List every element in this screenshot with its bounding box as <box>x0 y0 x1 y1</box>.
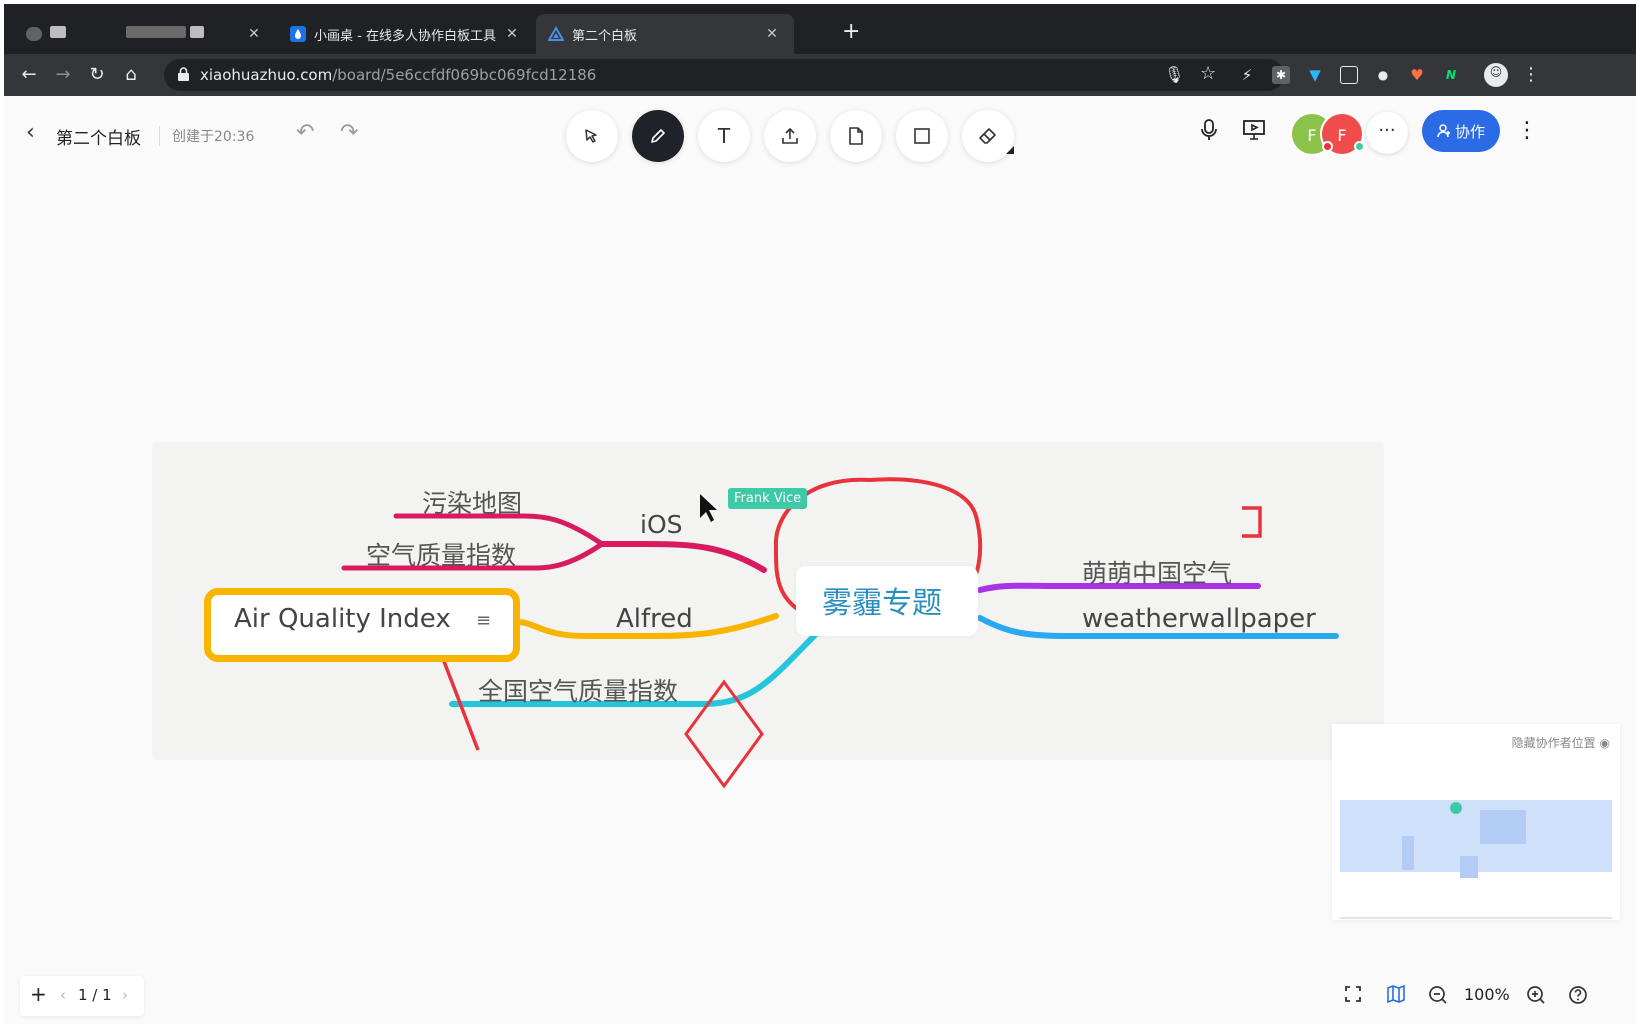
collaborate-label: 协作 <box>1454 122 1485 141</box>
triangle-icon <box>548 26 564 42</box>
topic-pollution-map[interactable]: 污染地图 <box>422 484 522 520</box>
pencil-icon[interactable] <box>632 110 684 162</box>
text-icon[interactable]: T <box>698 110 750 162</box>
board-title[interactable]: 第二个白板 <box>56 124 141 149</box>
url-text: xiaohuazhuo.com/board/5e6ccfdf069bc069fc… <box>200 66 596 84</box>
tab-blurred[interactable]: ✕ <box>14 14 276 54</box>
topic-ios[interactable]: iOS <box>640 510 683 539</box>
topic-alfred[interactable]: Alfred <box>616 604 693 634</box>
zoom-level[interactable]: 100% <box>1464 985 1510 1004</box>
root-topic[interactable]: 雾霾专题 <box>822 578 942 622</box>
prev-page-icon[interactable]: ‹ <box>60 986 66 1004</box>
tab-title: 小画桌 - 在线多人协作白板工具 <box>314 28 496 44</box>
home-icon[interactable]: ⌂ <box>118 62 144 88</box>
cursor-icon[interactable] <box>566 110 618 162</box>
forward-arrow-icon[interactable]: → <box>50 62 76 88</box>
browser-toolbar: ← → ↻ ⌂ xiaohuazhuo.com/board/5e6ccfdf06… <box>4 54 1636 96</box>
user-add-icon <box>1437 124 1450 138</box>
zoom-in-icon[interactable] <box>1526 985 1546 1009</box>
collaborate-button[interactable]: 协作 <box>1422 110 1500 152</box>
status-dot <box>1354 141 1365 152</box>
status-dot <box>1322 141 1333 152</box>
profile-avatar-icon[interactable]: ☺ <box>1484 63 1508 87</box>
pointer-cursor-icon <box>700 494 717 522</box>
brave-extension-icon[interactable]: ♥ <box>1408 66 1426 84</box>
tab-title: 第二个白板 <box>572 28 638 44</box>
chrome-menu-icon[interactable]: ⋮ <box>1522 66 1540 84</box>
topic-weatherwallpaper[interactable]: weatherwallpaper <box>1082 604 1316 634</box>
annotation-diamond <box>684 679 764 789</box>
new-tab-button[interactable]: + <box>842 18 860 46</box>
tab-strip: ✕ 小画桌 - 在线多人协作白板工具 ✕ 第二个白板 ✕ + <box>4 4 1636 54</box>
fullscreen-icon[interactable] <box>1344 985 1362 1007</box>
blurred-icon <box>26 26 42 42</box>
back-icon[interactable]: ‹ <box>26 120 35 145</box>
reload-icon[interactable]: ↻ <box>84 62 110 88</box>
app-menu-icon[interactable]: ⋮ <box>1516 118 1538 143</box>
next-page-icon[interactable]: › <box>122 986 128 1004</box>
url-path: /board/5e6ccfdf069bc069fcd12186 <box>332 66 597 84</box>
tab-whiteboard[interactable]: 第二个白板 ✕ <box>536 14 794 54</box>
file-icon[interactable] <box>830 110 882 162</box>
close-tab-icon[interactable]: ✕ <box>502 26 522 42</box>
undo-icon[interactable]: ↶ <box>296 120 314 145</box>
bolt-extension-icon[interactable]: ⚡ <box>1238 66 1256 84</box>
whiteboard-canvas[interactable]: 雾霾专题 iOS 污染地图 空气质量指数 Alfred Air Quality … <box>4 176 1636 1024</box>
asterisk-extension-icon[interactable]: ✱ <box>1272 66 1290 84</box>
help-icon[interactable] <box>1568 985 1588 1009</box>
redo-icon[interactable]: ↷ <box>340 120 358 145</box>
add-page-icon[interactable]: + <box>30 982 47 1006</box>
expand-corner-icon[interactable] <box>1006 146 1014 154</box>
annotation-bracket <box>1242 506 1262 538</box>
topic-aqi-cn[interactable]: 空气质量指数 <box>366 536 516 572</box>
close-tab-icon[interactable]: ✕ <box>244 26 264 42</box>
upload-icon[interactable] <box>764 110 816 162</box>
close-tab-icon[interactable]: ✕ <box>762 26 782 42</box>
page-navigator: + ‹ 1 / 1 › <box>20 976 144 1016</box>
tab-title <box>50 26 244 42</box>
image-extension-icon[interactable] <box>1340 66 1358 84</box>
star-icon[interactable]: ☆ <box>1200 63 1216 84</box>
eraser-icon[interactable] <box>962 110 1014 162</box>
n-extension-icon[interactable]: N <box>1442 66 1460 84</box>
collaborator-name-tag: Frank Vice <box>728 488 808 509</box>
minimap-preview <box>1340 800 1612 919</box>
lock-icon <box>178 67 189 81</box>
zoom-out-icon[interactable] <box>1428 985 1448 1009</box>
drop-extension-icon[interactable]: ● <box>1374 66 1392 84</box>
minimap[interactable]: 隐藏协作者位置 ◉ <box>1332 724 1620 920</box>
topic-mengmeng[interactable]: 萌萌中国空气 <box>1082 554 1232 590</box>
divider <box>159 126 160 146</box>
tab-xiaohuazhuo[interactable]: 小画桌 - 在线多人协作白板工具 ✕ <box>278 14 534 54</box>
more-collaborators-button[interactable]: ··· <box>1366 112 1408 154</box>
zoom-controls: 100% <box>1344 976 1624 1016</box>
topic-air-quality-index[interactable]: Air Quality Index <box>234 604 451 634</box>
created-time: 创建于20:36 <box>172 129 255 145</box>
address-bar[interactable]: xiaohuazhuo.com/board/5e6ccfdf069bc069fc… <box>164 59 1284 91</box>
browser-window: ✕ 小画桌 - 在线多人协作白板工具 ✕ 第二个白板 ✕ + ← → ↻ ⌂ x… <box>4 4 1636 1024</box>
whiteboard-header: ‹ 第二个白板 创建于20:36 ↶ ↷ T F F ··· 协作 ⋮ <box>4 96 1636 176</box>
note-icon[interactable]: ≡ <box>476 610 491 631</box>
topic-national-aqi[interactable]: 全国空气质量指数 <box>478 672 678 708</box>
microphone-icon[interactable]: 🎙 <box>1164 65 1184 84</box>
filter-extension-icon[interactable]: ▼ <box>1306 66 1324 84</box>
back-arrow-icon[interactable]: ← <box>16 62 42 88</box>
droplet-icon <box>290 26 306 42</box>
page-indicator: 1 / 1 <box>78 986 112 1004</box>
presentation-icon[interactable] <box>1242 118 1266 148</box>
voice-icon[interactable] <box>1198 118 1220 148</box>
square-icon[interactable] <box>896 110 948 162</box>
map-icon[interactable] <box>1386 984 1406 1007</box>
branch-ios <box>599 541 767 573</box>
url-host: xiaohuazhuo.com <box>200 66 333 84</box>
